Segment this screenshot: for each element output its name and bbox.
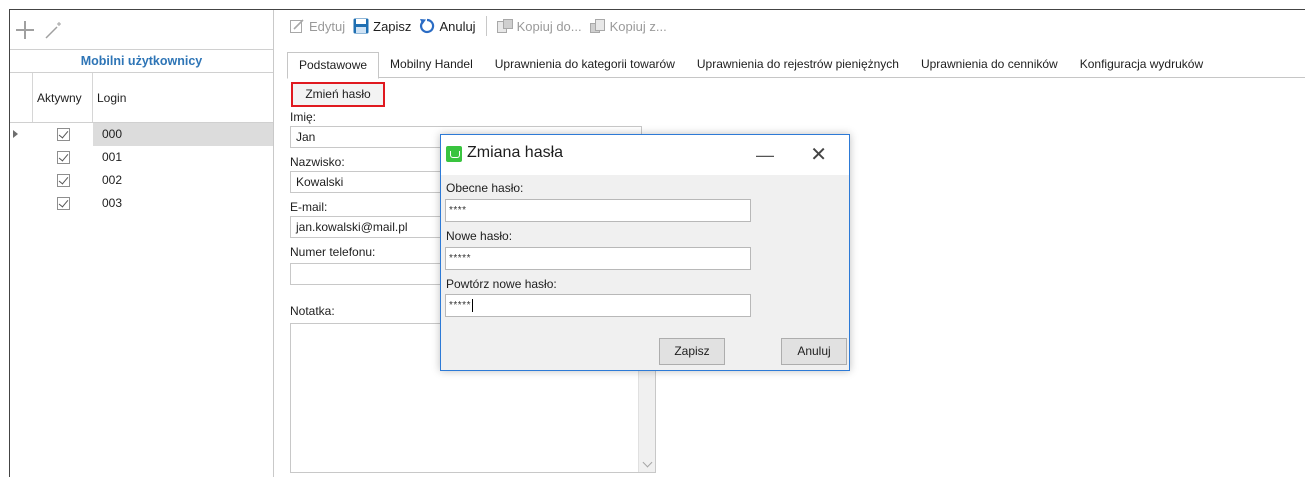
tab-price-lists[interactable]: Uprawnienia do cenników: [910, 52, 1069, 77]
floppy-icon: [353, 18, 369, 34]
undo-icon: [419, 18, 435, 34]
phone-label: Numer telefonu:: [290, 245, 376, 259]
column-header-login[interactable]: Login: [93, 73, 273, 122]
text-caret: [471, 298, 473, 312]
login-cell: 000: [93, 123, 273, 146]
edit-icon: [289, 18, 305, 34]
users-grid-rows: 000 001 002 003: [10, 123, 273, 215]
wand-icon[interactable]: [44, 20, 64, 40]
last-name-label: Nazwisko:: [290, 155, 345, 169]
active-checkbox[interactable]: [56, 151, 70, 164]
row-indicator: [10, 192, 33, 215]
dialog-titlebar[interactable]: Zmiana hasła — ✕: [441, 135, 849, 175]
copy-from-label: Kopiuj z...: [609, 18, 667, 34]
row-pointer-icon: [13, 130, 18, 138]
repeat-password-field[interactable]: *****: [445, 294, 751, 317]
cancel-label: Anuluj: [439, 18, 476, 34]
save-button[interactable]: Zapisz: [351, 18, 413, 34]
minimize-button[interactable]: —: [756, 145, 774, 166]
note-label: Notatka:: [290, 304, 335, 318]
tab-podstawowe[interactable]: Podstawowe: [287, 52, 380, 79]
login-cell: 002: [102, 173, 123, 187]
copy-to-icon: [496, 18, 513, 34]
new-password-field[interactable]: *****: [445, 247, 751, 270]
table-row[interactable]: 002: [10, 169, 273, 192]
login-cell: 001: [102, 150, 123, 164]
table-row[interactable]: 003: [10, 192, 273, 215]
tab-print-config[interactable]: Konfiguracja wydruków: [1069, 52, 1214, 77]
cancel-button[interactable]: Anuluj: [417, 18, 477, 34]
row-indicator: [10, 169, 33, 192]
tab-cash-registers[interactable]: Uprawnienia do rejestrów pieniężnych: [686, 52, 910, 77]
users-grid-title: Mobilni użytkownicy: [10, 50, 273, 73]
column-header-active[interactable]: Aktywny: [33, 73, 93, 122]
main-toolbar: Edytuj Zapisz Anuluj Kopiuj do... Kopiuj…: [275, 10, 1305, 42]
active-checkbox[interactable]: [56, 197, 70, 210]
users-panel: Mobilni użytkownicy Aktywny Login 000 00…: [10, 10, 274, 477]
current-password-label: Obecne hasło:: [446, 181, 524, 195]
dialog-title: Zmiana hasła: [467, 144, 564, 161]
new-password-label: Nowe hasło:: [446, 229, 513, 243]
copy-to-button[interactable]: Kopiuj do...: [495, 18, 584, 34]
table-row[interactable]: 001: [10, 146, 273, 169]
tab-product-categories[interactable]: Uprawnienia do kategorii towarów: [484, 52, 686, 77]
tab-bar: Podstawowe Mobilny Handel Uprawnienia do…: [287, 52, 1305, 79]
toolbar-separator: [485, 16, 487, 36]
plus-icon[interactable]: [16, 21, 34, 39]
table-row[interactable]: 000: [10, 123, 273, 146]
repeat-password-label: Powtórz nowe hasło:: [446, 277, 557, 291]
dialog-save-button[interactable]: Zapisz: [659, 338, 725, 365]
edit-label: Edytuj: [309, 18, 346, 34]
tab-mobilny-handel[interactable]: Mobilny Handel: [379, 52, 484, 77]
change-password-dialog: Zmiana hasła — ✕ Obecne hasło: **** Nowe…: [440, 134, 850, 371]
close-button[interactable]: ✕: [810, 142, 827, 167]
row-indicator: [10, 123, 33, 146]
basket-icon: [446, 146, 462, 162]
active-checkbox[interactable]: [56, 174, 70, 187]
copy-from-button[interactable]: Kopiuj z...: [588, 18, 669, 34]
row-indicator-header: [10, 73, 33, 122]
active-checkbox[interactable]: [56, 128, 70, 141]
email-label: E-mail:: [290, 200, 328, 214]
current-password-field[interactable]: ****: [445, 199, 751, 222]
dialog-cancel-button[interactable]: Anuluj: [781, 338, 847, 365]
edit-button[interactable]: Edytuj: [287, 18, 347, 34]
copy-from-icon: [589, 18, 606, 34]
login-cell: 003: [102, 196, 123, 210]
first-name-label: Imię:: [290, 110, 317, 124]
users-grid-header: Aktywny Login: [10, 73, 273, 123]
save-label: Zapisz: [373, 18, 412, 34]
users-toolbar: [10, 10, 273, 50]
row-indicator: [10, 146, 33, 169]
repeat-password-value: *****: [449, 300, 471, 311]
copy-to-label: Kopiuj do...: [516, 18, 582, 34]
change-password-button[interactable]: Zmień hasło: [291, 82, 385, 107]
